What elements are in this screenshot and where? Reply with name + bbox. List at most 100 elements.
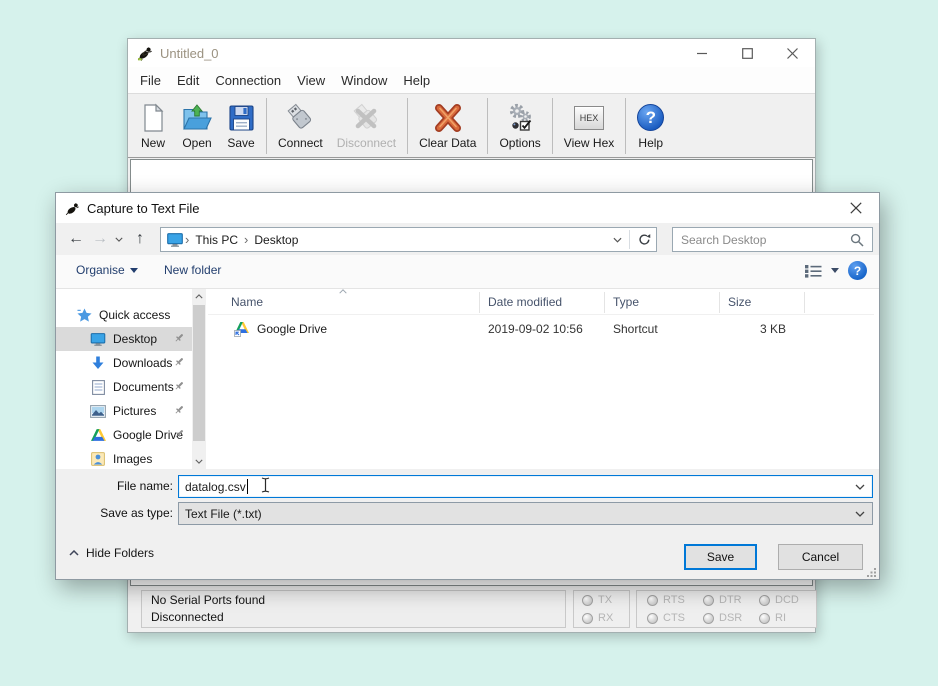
capture-dialog: Capture to Text File ← → ↑ › This PC › D…: [55, 192, 880, 580]
dialog-cancel-button[interactable]: Cancel: [778, 544, 863, 570]
help-button[interactable]: ? Help: [630, 97, 671, 155]
organise-button[interactable]: Organise: [76, 263, 138, 277]
images-icon: [90, 452, 106, 466]
save-button[interactable]: Save: [220, 97, 262, 155]
view-hex-button[interactable]: HEX View Hex: [557, 97, 621, 155]
disconnect-button: Disconnect: [330, 97, 403, 155]
minimize-button[interactable]: [680, 39, 725, 67]
open-folder-icon: [181, 102, 213, 134]
dialog-save-button[interactable]: Save: [684, 544, 757, 570]
scroll-up-icon[interactable]: [192, 289, 206, 304]
sidebar-item-pictures[interactable]: Pictures: [56, 399, 192, 423]
file-size-cell: 3 KB: [719, 322, 786, 336]
new-folder-button[interactable]: New folder: [164, 263, 221, 277]
breadcrumb-desktop[interactable]: Desktop: [250, 233, 302, 247]
save-floppy-icon: [227, 102, 255, 134]
column-header-date-modified[interactable]: Date modified: [488, 295, 562, 309]
terminal-titlebar[interactable]: Untitled_0: [128, 39, 815, 67]
pin-icon: [173, 355, 186, 368]
signal-indicator-box: RTS CTS DTR DSR DCD RI: [636, 590, 817, 628]
txrx-indicator-box: TX RX: [573, 590, 630, 628]
dialog-bug-icon: [65, 201, 80, 216]
dtr-led-icon: [703, 595, 714, 606]
status-message-box: No Serial Ports found Disconnected: [141, 590, 566, 628]
sidebar-item-documents[interactable]: Documents: [56, 375, 192, 399]
menu-view[interactable]: View: [289, 73, 333, 88]
save-as-type-dropdown-icon[interactable]: [855, 511, 865, 517]
maximize-button[interactable]: [725, 39, 770, 67]
clear-data-button[interactable]: Clear Data: [412, 97, 483, 155]
file-name-value: datalog.csv: [185, 480, 246, 494]
scroll-down-icon[interactable]: [192, 454, 206, 469]
menu-connection[interactable]: Connection: [207, 73, 289, 88]
options-button[interactable]: Options: [492, 97, 547, 155]
file-name-input[interactable]: datalog.csv: [178, 475, 873, 498]
search-icon[interactable]: [850, 233, 864, 247]
desktop-icon: [90, 333, 106, 346]
statusbar: No Serial Ports found Disconnected TX RX…: [130, 586, 813, 630]
pictures-icon: [90, 405, 106, 418]
forward-button: →: [88, 226, 112, 252]
column-header-name[interactable]: Name: [231, 295, 263, 309]
dialog-close-button[interactable]: [839, 193, 873, 223]
open-button[interactable]: Open: [174, 97, 220, 155]
file-name-cell: Google Drive: [257, 322, 327, 336]
dcd-led-icon: [759, 595, 770, 606]
history-chevron-icon[interactable]: [112, 226, 126, 252]
file-row-google-drive[interactable]: Google Drive 2019-09-02 10:56 Shortcut 3…: [208, 319, 874, 341]
refresh-icon[interactable]: [633, 233, 656, 246]
address-dropdown-icon[interactable]: [609, 237, 626, 243]
breadcrumb-this-pc[interactable]: This PC: [191, 233, 242, 247]
dialog-help-icon[interactable]: ?: [848, 261, 867, 280]
address-divider: [629, 230, 630, 249]
view-mode-icon[interactable]: [805, 264, 822, 278]
window-title: Untitled_0: [160, 46, 219, 61]
search-input[interactable]: Search Desktop: [672, 227, 873, 252]
file-name-dropdown-icon[interactable]: [855, 484, 865, 490]
save-as-type-label: Save as type:: [56, 502, 173, 525]
sidebar-scrollbar[interactable]: [192, 289, 206, 469]
hide-folders-button[interactable]: Hide Folders: [69, 546, 154, 560]
column-header-size[interactable]: Size: [728, 295, 751, 309]
chevron-up-icon: [69, 550, 79, 556]
menu-window[interactable]: Window: [333, 73, 395, 88]
resize-grip[interactable]: [867, 568, 876, 577]
view-mode-dropdown-icon[interactable]: [831, 268, 839, 273]
sidebar-item-desktop[interactable]: Desktop: [56, 327, 192, 351]
column-header-type[interactable]: Type: [613, 295, 639, 309]
ri-led-icon: [759, 613, 770, 624]
file-date-cell: 2019-09-02 10:56: [488, 322, 583, 336]
dropdown-triangle-icon: [130, 268, 138, 273]
app-bug-icon: [137, 45, 153, 61]
close-button[interactable]: [770, 39, 815, 67]
sidebar-item-downloads[interactable]: Downloads: [56, 351, 192, 375]
save-as-type-value: Text File (*.txt): [185, 507, 262, 521]
sidebar-item-quick-access[interactable]: Quick access: [56, 303, 192, 327]
menu-edit[interactable]: Edit: [169, 73, 207, 88]
save-as-type-select[interactable]: Text File (*.txt): [178, 502, 873, 525]
command-bar: Organise New folder ?: [56, 255, 879, 289]
text-caret: [247, 479, 248, 494]
status-line-connection: Disconnected: [151, 609, 556, 626]
up-button[interactable]: ↑: [128, 226, 152, 252]
dialog-title: Capture to Text File: [87, 201, 199, 216]
menu-file[interactable]: File: [132, 73, 169, 88]
back-button[interactable]: ←: [64, 226, 88, 252]
dialog-footer: Hide Folders Save Cancel: [56, 533, 879, 580]
toolbar: New Open: [128, 93, 815, 158]
usb-disconnect-icon: [350, 102, 382, 134]
toolbar-separator: [266, 98, 267, 154]
sidebar-item-images[interactable]: Images: [56, 447, 192, 469]
tx-label: TX: [598, 594, 612, 606]
sidebar-item-google-drive[interactable]: Google Drive: [56, 423, 192, 447]
toolbar-separator: [407, 98, 408, 154]
pin-icon: [173, 331, 186, 344]
connect-button[interactable]: Connect: [271, 97, 330, 155]
scrollbar-thumb[interactable]: [193, 305, 205, 441]
menu-help[interactable]: Help: [395, 73, 438, 88]
dialog-titlebar[interactable]: Capture to Text File: [56, 193, 879, 223]
address-bar[interactable]: › This PC › Desktop: [160, 227, 657, 252]
new-button[interactable]: New: [132, 97, 174, 155]
sort-ascending-icon[interactable]: [338, 289, 348, 294]
navigation-pane: Quick access Desktop: [56, 289, 208, 469]
